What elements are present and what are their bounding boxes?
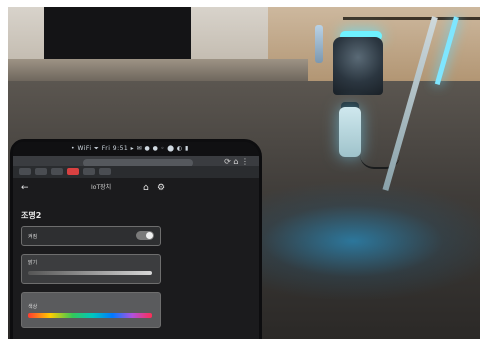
room-photo: • WiFi ⏷ Fri 9:51 ▸ ✉ ● ● ◦ ⬤ ◐ ▮ ⟳ ⌂ ⋮ … — [8, 7, 480, 339]
tab[interactable] — [51, 168, 63, 175]
device-title: IoT장치 — [91, 184, 112, 191]
tab[interactable] — [67, 168, 79, 175]
brightness-card: 밝기 — [21, 254, 161, 284]
tab[interactable] — [19, 168, 31, 175]
tab-strip — [13, 166, 259, 178]
power-card: 켜짐 — [21, 226, 161, 246]
tv — [44, 7, 191, 61]
app-header: ← IoT장치 ⌂ ⚙ — [13, 180, 259, 196]
color-slider[interactable] — [28, 313, 152, 318]
color-label: 색상 — [28, 304, 38, 310]
rail — [343, 17, 480, 20]
brightness-label: 밝기 — [28, 260, 38, 266]
color-card: 색상 — [21, 292, 161, 328]
browser-icons: ⟳ ⌂ ⋮ — [224, 157, 249, 166]
toggle-knob — [146, 232, 153, 239]
section-title: 조명2 — [21, 211, 42, 220]
power-toggle[interactable] — [136, 231, 154, 240]
gear-icon[interactable]: ⚙ — [157, 180, 165, 196]
bottle — [315, 25, 323, 63]
power-label: 켜짐 — [28, 234, 38, 240]
statusbar: • WiFi ⏷ Fri 9:51 ▸ ✉ ● ● ◦ ⬤ ◐ ▮ — [13, 142, 259, 156]
tab[interactable] — [35, 168, 47, 175]
tab[interactable] — [83, 168, 95, 175]
lamp-body — [339, 107, 361, 157]
tablet: • WiFi ⏷ Fri 9:51 ▸ ✉ ● ● ◦ ⬤ ◐ ▮ ⟳ ⌂ ⋮ … — [10, 139, 262, 339]
back-arrow-icon[interactable]: ← — [21, 180, 29, 196]
shelf — [8, 59, 308, 81]
brightness-slider[interactable] — [28, 271, 152, 275]
tab[interactable] — [99, 168, 111, 175]
home-icon[interactable]: ⌂ — [143, 180, 149, 196]
lamp-shade — [333, 37, 383, 95]
